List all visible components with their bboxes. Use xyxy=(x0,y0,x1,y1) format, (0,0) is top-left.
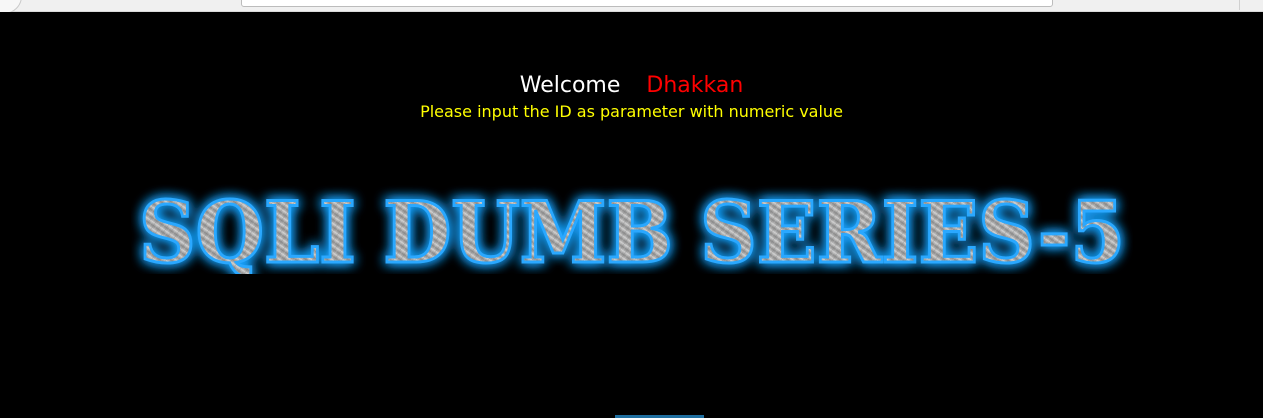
page-content: Welcome Dhakkan Please input the ID as pa… xyxy=(0,12,1263,418)
toolbar-divider xyxy=(1239,0,1240,10)
welcome-greeting: Welcome xyxy=(519,73,621,98)
title-banner: SQLI DUMB SERIES-5 xyxy=(138,184,1127,274)
welcome-line: Welcome Dhakkan xyxy=(0,72,1263,100)
banner-title-text: SQLI DUMB SERIES-5 xyxy=(139,184,1125,274)
welcome-username: Dhakkan xyxy=(646,73,744,98)
address-bar[interactable] xyxy=(241,0,1053,7)
browser-chrome-strip xyxy=(0,0,1263,14)
instruction-text: Please input the ID as parameter with nu… xyxy=(420,102,843,121)
